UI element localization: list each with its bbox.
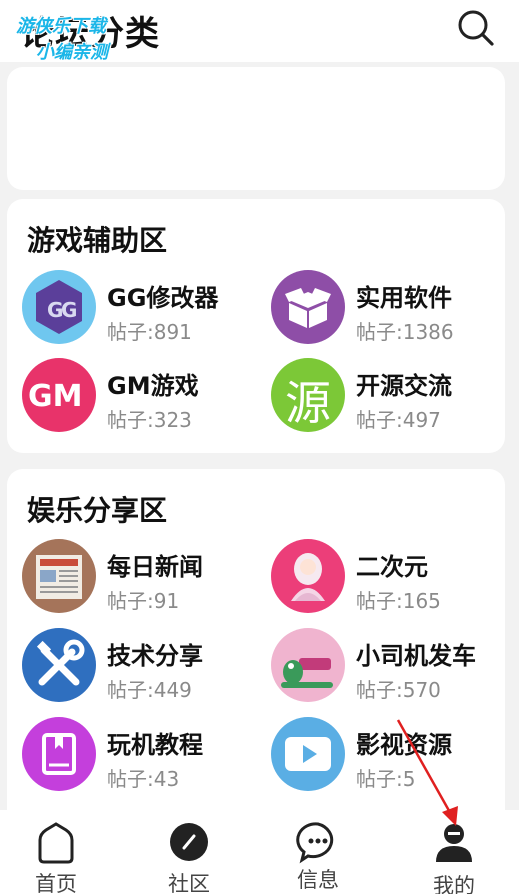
forum-item-count: 帖子:1386 [356,320,454,344]
search-button[interactable] [456,8,496,48]
gm-icon: GM [22,358,96,432]
forum-item-name: 影视资源 [356,731,452,759]
forum-item-open-source[interactable]: 源 开源交流 帖子:497 [271,358,511,434]
forum-item-name: 二次元 [356,553,428,581]
source-char-icon: 源 [271,358,345,432]
newspaper-icon [22,539,96,613]
forum-item-name: GM游戏 [107,372,199,400]
play-icon [271,717,345,791]
forum-item-gg-modifier[interactable]: G G GG修改器 帖子:891 [22,270,262,346]
book-icon [22,717,96,791]
banner-card[interactable] [7,67,505,190]
tab-home[interactable]: 首页 [6,810,106,894]
tab-label: 首页 [35,872,77,894]
forum-item-count: 帖子:449 [107,678,192,702]
tab-label: 信息 [297,868,339,892]
forum-item-count: 帖子:91 [107,589,180,613]
forum-item-gm-game[interactable]: GM GM游戏 帖子:323 [22,358,262,434]
forum-item-anime[interactable]: 二次元 帖子:165 [271,539,511,615]
tab-messages[interactable]: 信息 [268,810,368,894]
section-entertainment: 娱乐分享区 每日新闻 帖子:91 二次元 帖子:165 技术分享 帖子:449 … [7,469,505,814]
forum-item-name: 每日新闻 [107,553,203,581]
forum-item-driver[interactable]: 小司机发车 帖子:570 [271,628,511,704]
anime-girl-icon [271,539,345,613]
compass-icon [170,823,208,861]
header: 论坛分类 游侠乐下载 小编亲测 [0,0,519,63]
tab-mine[interactable]: 我的 [404,810,504,894]
forum-item-phone-tutorial[interactable]: 玩机教程 帖子:43 [22,717,262,793]
forum-item-count: 帖子:570 [356,678,441,702]
svg-text:GM: GM [28,379,82,414]
home-icon [38,822,74,864]
tab-label: 社区 [168,872,210,894]
user-icon [436,824,472,862]
search-icon [458,10,494,46]
forum-item-name: 实用软件 [356,284,452,312]
driver-icon [271,628,345,702]
forum-item-daily-news[interactable]: 每日新闻 帖子:91 [22,539,262,615]
forum-item-tech-share[interactable]: 技术分享 帖子:449 [22,628,262,704]
tab-community[interactable]: 社区 [139,810,239,894]
tab-label: 我的 [433,874,475,894]
forum-item-count: 帖子:5 [356,767,416,791]
forum-item-count: 帖子:43 [107,767,180,791]
page-title: 论坛分类 [20,14,160,54]
section-title: 游戏辅助区 [27,224,168,257]
section-title: 娱乐分享区 [27,494,168,527]
forum-item-name: 小司机发车 [356,642,476,670]
forum-item-count: 帖子:165 [356,589,441,613]
forum-item-video-resources[interactable]: 影视资源 帖子:5 [271,717,511,793]
section-game-assist: 游戏辅助区 G G GG修改器 帖子:891 实用软件 帖子:1386 GM G… [7,199,505,453]
tools-icon [22,628,96,702]
forum-item-count: 帖子:497 [356,408,441,432]
svg-text:G: G [61,298,77,322]
gg-modifier-icon: G G [22,270,96,344]
forum-item-name: 开源交流 [356,372,452,400]
forum-item-name: GG修改器 [107,284,219,312]
forum-item-name: 技术分享 [107,642,203,670]
forum-item-name: 玩机教程 [107,731,203,759]
forum-item-count: 帖子:323 [107,408,192,432]
chat-icon [296,822,334,864]
bottom-tab-bar: 首页 社区 信息 我的 [0,810,519,894]
box-icon [271,270,345,344]
forum-item-count: 帖子:891 [107,320,192,344]
forum-item-utility-software[interactable]: 实用软件 帖子:1386 [271,270,511,346]
